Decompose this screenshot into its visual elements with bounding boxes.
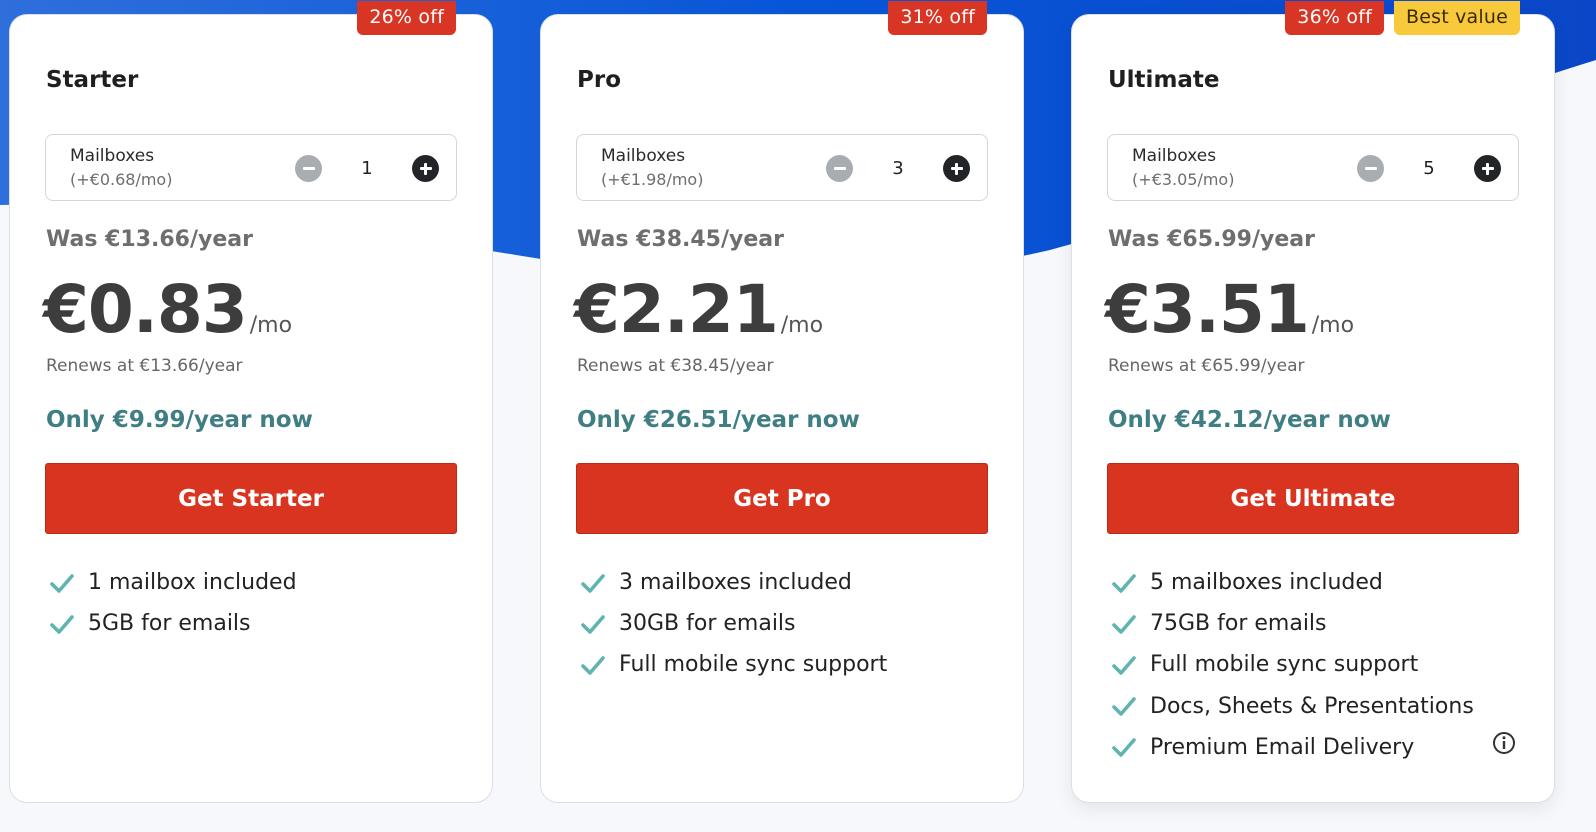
renewal-price: Renews at €13.66/year (46, 356, 243, 376)
mailbox-count: 5 (1423, 158, 1435, 179)
price-row: €0.83 /mo (43, 271, 292, 348)
best-value-badge: Best value (1393, 1, 1520, 35)
feature-item: Full mobile sync support (1110, 644, 1474, 685)
check-icon (1112, 738, 1136, 758)
price-period: /mo (780, 313, 824, 338)
feature-label: 75GB for emails (1150, 611, 1327, 637)
discount-badge: 31% off (888, 1, 987, 35)
decrease-mailboxes-button[interactable] (826, 155, 853, 182)
get-pro-button[interactable]: Get Pro (576, 463, 988, 534)
feature-item: 30GB for emails (579, 603, 887, 644)
monthly-price: €3.51 (1105, 271, 1310, 348)
yearly-offer: Only €26.51/year now (577, 407, 860, 433)
mailbox-label: Mailboxes (1132, 146, 1217, 166)
increase-mailboxes-button[interactable] (943, 155, 970, 182)
plan-card-pro: 31% off Pro Mailboxes (+€1.98/mo) 3 Was … (540, 1, 1024, 803)
badge-group: 36% off Best value (1285, 1, 1520, 35)
check-icon (50, 614, 74, 634)
feature-label: Docs, Sheets & Presentations (1150, 693, 1474, 719)
plan-card-ultimate: 36% off Best value Ultimate Mailboxes (+… (1071, 1, 1555, 803)
mailbox-price: (+€1.98/mo) (601, 170, 704, 189)
badge-group: 31% off (888, 1, 987, 35)
check-icon (1112, 614, 1136, 634)
feature-item: Full mobile sync support (579, 644, 887, 685)
check-icon (1112, 573, 1136, 593)
badge-group: 26% off (357, 1, 456, 35)
feature-item: Docs, Sheets & Presentations (1110, 686, 1474, 727)
feature-label: 30GB for emails (619, 611, 796, 637)
check-icon (50, 573, 74, 593)
renewal-price: Renews at €65.99/year (1108, 356, 1305, 376)
discount-badge: 26% off (357, 1, 456, 35)
mailbox-selector: Mailboxes (+€1.98/mo) 3 (576, 134, 988, 201)
mailbox-selector: Mailboxes (+€0.68/mo) 1 (45, 134, 457, 201)
feature-item: 3 mailboxes included (579, 562, 887, 603)
increase-mailboxes-button[interactable] (412, 155, 439, 182)
feature-item: 5 mailboxes included (1110, 562, 1474, 603)
feature-list: 1 mailbox included 5GB for emails (48, 562, 297, 644)
yearly-offer: Only €42.12/year now (1108, 407, 1391, 433)
get-ultimate-button[interactable]: Get Ultimate (1107, 463, 1519, 534)
mailbox-label: Mailboxes (70, 146, 155, 166)
yearly-offer: Only €9.99/year now (46, 407, 313, 433)
monthly-price: €0.83 (43, 271, 248, 348)
feature-label: Full mobile sync support (1150, 652, 1419, 678)
price-period: /mo (1311, 313, 1355, 338)
check-icon (581, 614, 605, 634)
price-period: /mo (249, 313, 293, 338)
get-starter-button[interactable]: Get Starter (45, 463, 457, 534)
was-price: Was €65.99/year (1108, 227, 1315, 252)
feature-item: 5GB for emails (48, 603, 297, 644)
plan-card-starter: 26% off Starter Mailboxes (+€0.68/mo) 1 … (9, 1, 493, 803)
feature-list: 3 mailboxes included 30GB for emails Ful… (579, 562, 887, 686)
mailbox-count: 3 (892, 158, 904, 179)
feature-list: 5 mailboxes included 75GB for emails Ful… (1110, 562, 1474, 768)
mailbox-count: 1 (361, 158, 373, 179)
mailbox-price: (+€3.05/mo) (1132, 170, 1235, 189)
feature-label: 5GB for emails (88, 611, 251, 637)
plan-name: Starter (46, 67, 139, 93)
info-icon[interactable] (1492, 731, 1516, 755)
feature-item: Premium Email Delivery (1110, 727, 1474, 768)
plan-name: Pro (577, 67, 622, 93)
was-price: Was €38.45/year (577, 227, 784, 252)
decrease-mailboxes-button[interactable] (1357, 155, 1384, 182)
was-price: Was €13.66/year (46, 227, 253, 252)
check-icon (1112, 697, 1136, 716)
feature-item: 75GB for emails (1110, 603, 1474, 644)
monthly-price: €2.21 (574, 271, 779, 348)
plan-name: Ultimate (1108, 67, 1220, 93)
mailbox-label: Mailboxes (601, 146, 686, 166)
check-icon (1112, 656, 1136, 675)
check-icon (581, 573, 605, 593)
price-row: €3.51 /mo (1105, 271, 1354, 348)
mailbox-price: (+€0.68/mo) (70, 170, 173, 189)
feature-label: Full mobile sync support (619, 652, 888, 678)
feature-item: 1 mailbox included (48, 562, 297, 603)
check-icon (581, 656, 605, 675)
increase-mailboxes-button[interactable] (1474, 155, 1501, 182)
discount-badge: 36% off (1285, 1, 1384, 35)
decrease-mailboxes-button[interactable] (295, 155, 322, 182)
feature-label: 3 mailboxes included (619, 570, 852, 596)
price-row: €2.21 /mo (574, 271, 823, 348)
feature-label: 1 mailbox included (88, 570, 297, 596)
feature-label: 5 mailboxes included (1150, 570, 1383, 596)
mailbox-selector: Mailboxes (+€3.05/mo) 5 (1107, 134, 1519, 201)
feature-label: Premium Email Delivery (1150, 734, 1415, 760)
renewal-price: Renews at €38.45/year (577, 356, 774, 376)
